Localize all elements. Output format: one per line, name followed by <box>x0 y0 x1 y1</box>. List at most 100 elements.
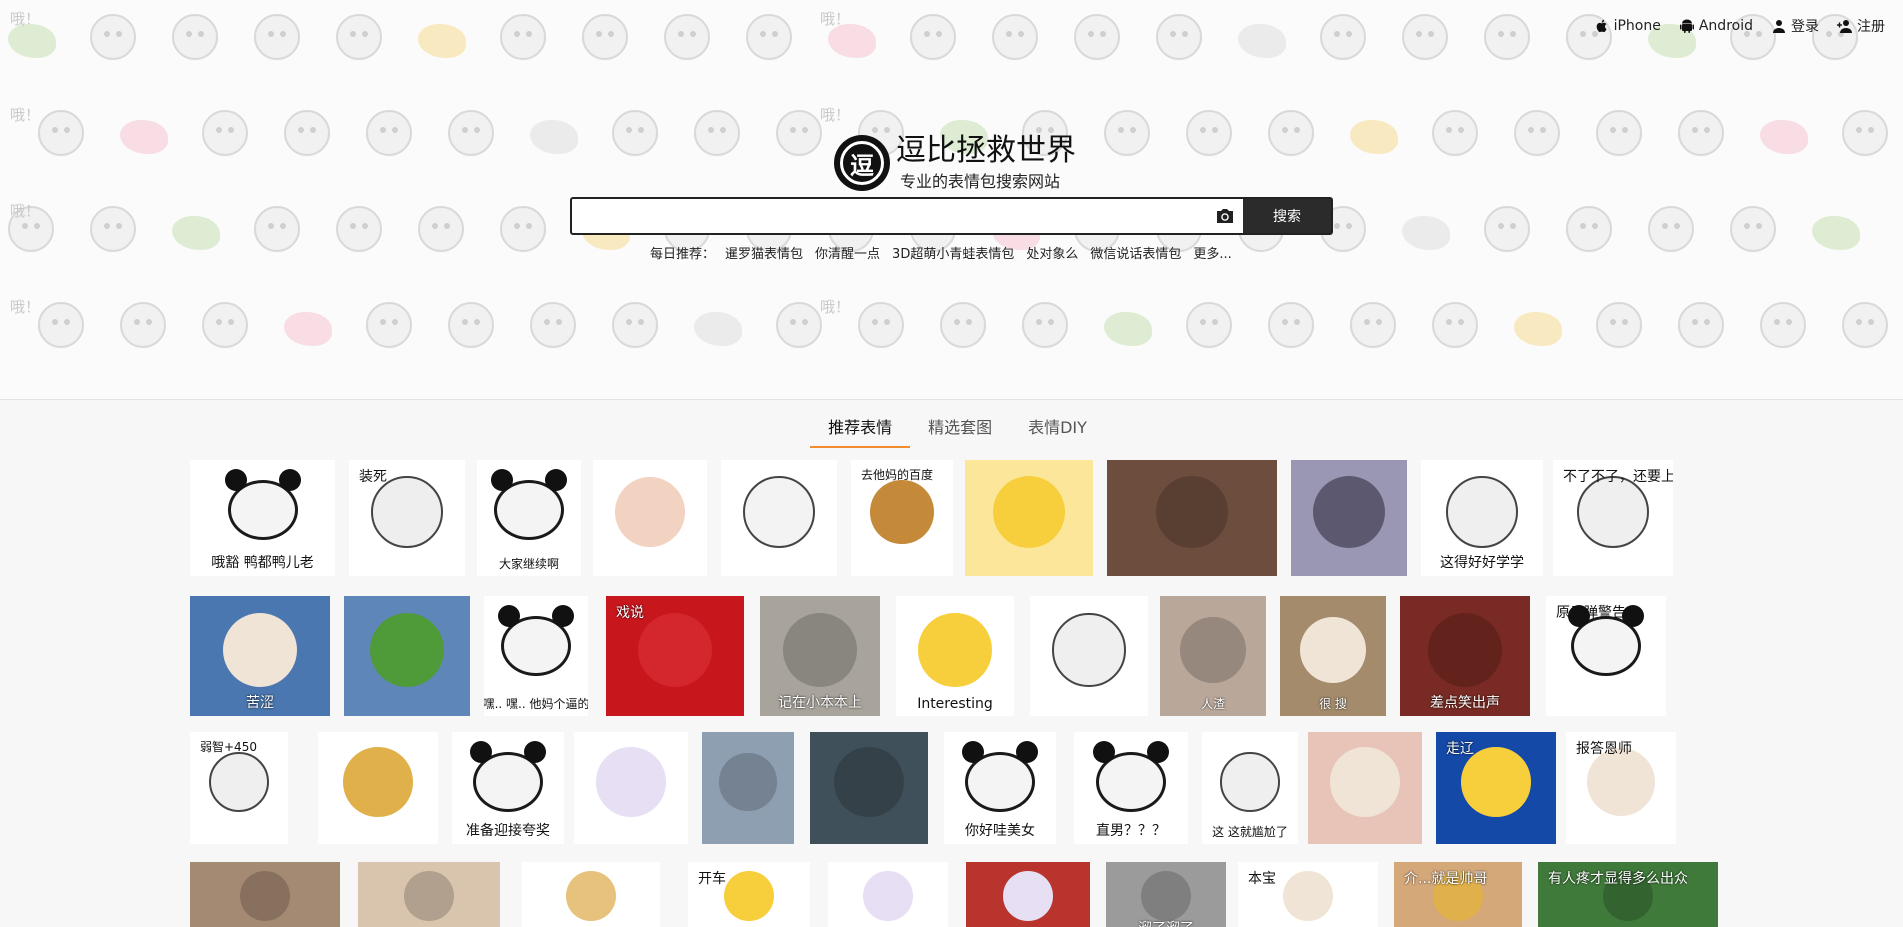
photo-sticker-icon <box>1427 612 1503 688</box>
login-link[interactable]: 登录 <box>1771 16 1819 36</box>
android-link[interactable]: Android <box>1679 16 1753 36</box>
photo-sticker-icon <box>404 871 454 921</box>
sticker-tile[interactable]: 走辽 <box>1436 732 1556 844</box>
sticker-caption: 溜了溜了 <box>1134 916 1198 927</box>
photo-sticker-icon <box>240 871 290 921</box>
pattern-face <box>448 302 494 348</box>
daily-recommend-link[interactable]: 微信说话表情包 <box>1090 243 1181 262</box>
pattern-label: 哦！ <box>820 298 851 316</box>
pattern-face <box>1320 14 1366 60</box>
sticker-tile[interactable]: 介...就是帅哥 <box>1394 862 1522 927</box>
sticker-tile[interactable] <box>574 732 688 844</box>
sticker-tile[interactable]: 原子弹警告 <box>1546 596 1666 716</box>
sticker-tile[interactable]: 报答恩师 <box>1566 732 1676 844</box>
pattern-face <box>254 206 300 252</box>
pattern-face <box>1484 14 1530 60</box>
daily-recommend-link[interactable]: 暹罗猫表情包 <box>725 243 803 262</box>
pattern-face <box>1074 14 1120 60</box>
sticker-tile[interactable]: 很 搜 <box>1280 596 1386 716</box>
pattern-face <box>1760 302 1806 348</box>
sticker-tile[interactable]: 记在小本本上 <box>760 596 880 716</box>
sticker-tile[interactable]: 大家继续啊 <box>477 460 581 576</box>
sticker-tile[interactable] <box>1291 460 1407 576</box>
tab-1[interactable]: 精选套图 <box>910 400 1010 448</box>
tab-0[interactable]: 推荐表情 <box>810 400 911 448</box>
search-bar: 搜索 <box>570 197 1333 235</box>
sticker-tile[interactable]: 人渣 <box>1160 596 1266 716</box>
pattern-sticker <box>1812 216 1860 250</box>
sticker-tile[interactable]: Interesting <box>896 596 1014 716</box>
pattern-face <box>776 110 822 156</box>
sticker-tile[interactable]: 去他妈的百度 <box>851 460 953 576</box>
sticker-tile[interactable]: 溜了溜了 <box>1106 862 1226 927</box>
sticker-caption: 装死 <box>359 469 387 485</box>
iphone-link[interactable]: iPhone <box>1594 16 1661 36</box>
sticker-tile[interactable]: 直男？？？ <box>1074 732 1188 844</box>
sticker-tile[interactable]: 有人疼才显得多么出众 <box>1538 862 1718 927</box>
sticker-tile[interactable] <box>966 862 1090 927</box>
sticker-tile[interactable]: 苦涩 <box>190 596 330 716</box>
sticker-tile[interactable] <box>702 732 794 844</box>
daily-recommend-link[interactable]: 你清醒一点 <box>815 243 880 262</box>
pattern-face <box>254 14 300 60</box>
sticker-tile[interactable] <box>1107 460 1277 576</box>
doge-sticker-icon <box>343 747 413 817</box>
sticker-tile[interactable] <box>344 596 470 716</box>
sticker-tile[interactable]: 差点笑出声 <box>1400 596 1530 716</box>
camera-icon <box>1217 209 1233 223</box>
sticker-tile[interactable]: 不了不了，还要上课呢 <box>1553 460 1673 576</box>
girl-sticker-icon <box>614 476 686 548</box>
register-link[interactable]: 注册 <box>1837 16 1885 36</box>
daily-recommend-link[interactable]: 处对象么 <box>1026 243 1078 262</box>
brand[interactable]: 逗 逗比拯救世界 专业的表情包搜索网站 <box>834 134 1076 192</box>
search-button[interactable]: 搜索 <box>1243 199 1331 233</box>
sticker-tile[interactable]: 戏说 <box>606 596 744 716</box>
chick-sticker-icon <box>918 613 992 687</box>
content-tabs: 推荐表情 精选套图 表情DIY <box>0 400 1903 448</box>
photo-sticker-icon <box>1156 476 1228 548</box>
sticker-tile[interactable]: 准备迎接夸奖 <box>452 732 564 844</box>
pattern-face <box>992 14 1038 60</box>
user-plus-icon <box>1837 20 1852 33</box>
sticker-tile[interactable] <box>190 862 340 927</box>
sticker-tile[interactable] <box>1030 596 1148 716</box>
android-label: Android <box>1698 18 1753 34</box>
pattern-face <box>612 302 658 348</box>
sticker-tile[interactable]: 这 这就尴尬了 <box>1202 732 1298 844</box>
sticker-tile[interactable] <box>358 862 500 927</box>
sticker-tile[interactable]: 开车 <box>688 862 810 927</box>
pattern-face <box>1484 206 1530 252</box>
search-input[interactable] <box>572 199 1207 233</box>
sticker-tile[interactable]: 弱智+450 <box>190 732 288 844</box>
sticker-tile[interactable] <box>721 460 837 576</box>
photo-sticker-icon <box>782 612 858 688</box>
sticker-caption: 这得好好学学 <box>1440 555 1524 571</box>
daily-recommend-link[interactable]: 更多... <box>1193 243 1231 262</box>
sticker-tile[interactable] <box>810 732 928 844</box>
line-sticker-icon <box>743 476 815 548</box>
sticker-tile[interactable]: 装死 <box>349 460 465 576</box>
sticker-tile[interactable] <box>1308 732 1422 844</box>
pattern-sticker <box>172 216 220 250</box>
sticker-tile[interactable]: 本宝 <box>1238 862 1378 927</box>
cat-sticker-icon <box>222 612 298 688</box>
image-search-button[interactable] <box>1207 199 1243 233</box>
pattern-face <box>1268 110 1314 156</box>
sticker-tile[interactable] <box>593 460 707 576</box>
sticker-tile[interactable] <box>522 862 660 927</box>
panda-sticker-icon <box>962 741 1038 812</box>
sticker-caption: 记在小本本上 <box>778 695 862 711</box>
tab-2[interactable]: 表情DIY <box>1010 400 1105 448</box>
daily-recommend-link[interactable]: 3D超萌小青蛙表情包 <box>892 243 1014 262</box>
sticker-tile[interactable] <box>318 732 438 844</box>
pattern-face <box>858 302 904 348</box>
pattern-label: 哦！ <box>10 202 41 220</box>
sticker-tile[interactable]: 这得好好学学 <box>1421 460 1543 576</box>
sticker-tile[interactable]: 你好哇美女 <box>944 732 1056 844</box>
pattern-face <box>418 206 464 252</box>
sticker-tile[interactable] <box>828 862 948 927</box>
sticker-tile[interactable]: 嘿.. 嘿.. 他妈个逼的 <box>484 596 588 716</box>
sticker-tile[interactable] <box>965 460 1093 576</box>
pattern-label: 哦！ <box>10 106 41 124</box>
sticker-tile[interactable]: 哦豁 鸭都鸭儿老 <box>190 460 335 576</box>
